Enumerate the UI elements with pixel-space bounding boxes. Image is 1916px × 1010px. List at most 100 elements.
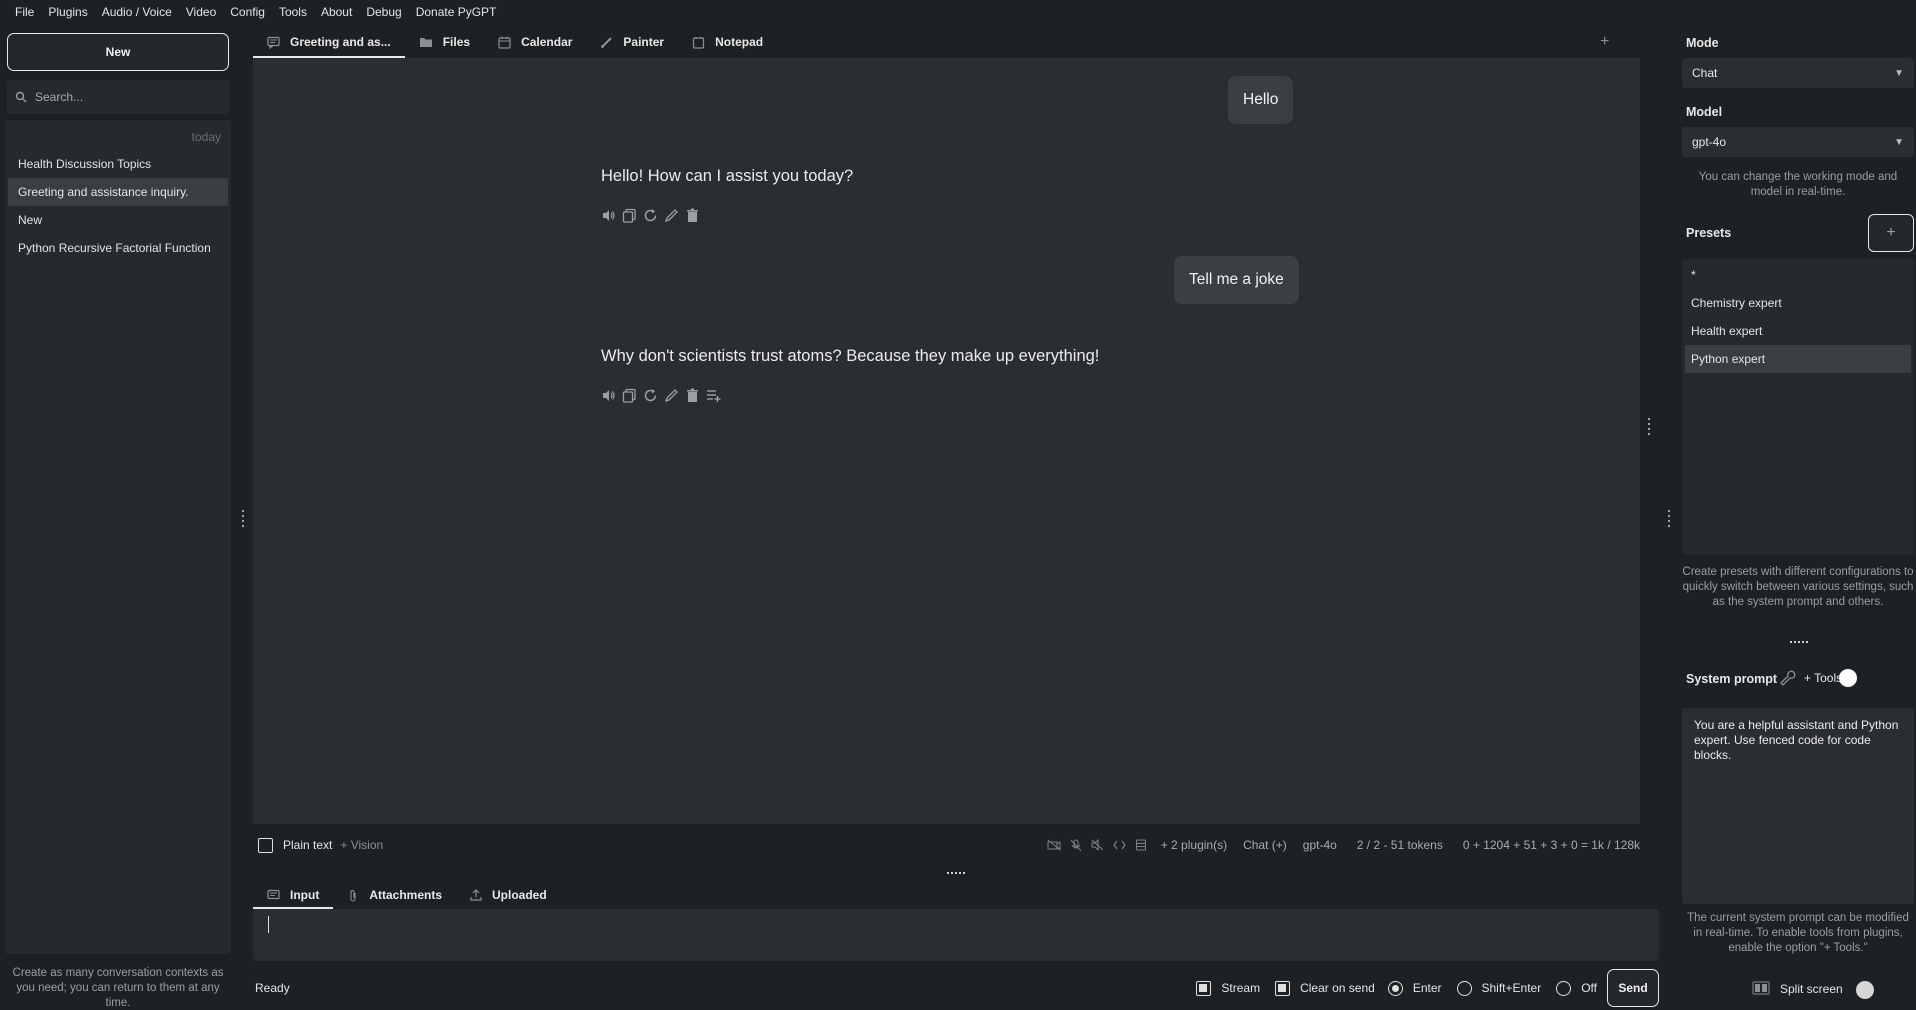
off-radio[interactable] xyxy=(1556,980,1572,996)
menu-about[interactable]: About xyxy=(314,0,359,24)
presets-splitter-handle[interactable] xyxy=(1790,640,1808,644)
chat-output: Hello Hello! How can I assist you today?… xyxy=(253,58,1640,824)
enter-radio[interactable] xyxy=(1387,980,1403,996)
group-label-today: today xyxy=(191,130,221,144)
copy-icon[interactable] xyxy=(622,388,637,406)
plain-text-label: Plain text xyxy=(283,838,333,852)
message-input[interactable] xyxy=(253,909,1659,961)
context-sidebar: New today Health Discussion Topics Greet… xyxy=(0,26,236,1010)
notepad-icon xyxy=(692,36,705,49)
speaker-icon[interactable] xyxy=(601,388,616,406)
add-preset-button[interactable]: + xyxy=(1868,214,1914,252)
prompt-help-text: The current system prompt can be modifie… xyxy=(1687,912,1909,954)
copy-icon[interactable] xyxy=(622,208,637,226)
add-tab-button[interactable]: + xyxy=(1600,33,1609,51)
system-prompt-editor[interactable]: You are a helpful assistant and Python e… xyxy=(1682,708,1914,904)
tab-painter[interactable]: Painter xyxy=(586,26,678,58)
preset-item[interactable]: Health expert xyxy=(1685,317,1911,345)
tab-uploaded[interactable]: Uploaded xyxy=(456,881,561,909)
context-item-selected[interactable]: Greeting and assistance inquiry. xyxy=(8,178,228,206)
delete-icon[interactable] xyxy=(685,208,700,226)
mode-help-text: You can change the working mode and mode… xyxy=(1698,171,1898,198)
assistant-message: Hello! How can I assist you today? xyxy=(601,167,854,185)
tab-label: Files xyxy=(442,35,471,49)
split-screen-label: Split screen xyxy=(1780,982,1843,996)
contexts-help-text: Create as many conversation contexts as … xyxy=(12,967,224,1009)
wrench-icon[interactable] xyxy=(1778,668,1796,689)
edit-icon[interactable] xyxy=(664,388,679,406)
plain-text-checkbox[interactable] xyxy=(258,837,273,853)
shift-enter-radio[interactable] xyxy=(1456,980,1472,996)
tab-calendar[interactable]: Calendar xyxy=(484,26,586,58)
context-item[interactable]: New xyxy=(8,206,228,234)
menu-video[interactable]: Video xyxy=(179,0,223,24)
menu-debug[interactable]: Debug xyxy=(359,0,408,24)
calendar-icon xyxy=(498,36,511,49)
tab-chat[interactable]: Greeting and as... xyxy=(253,26,405,58)
tab-label: Greeting and as... xyxy=(290,35,391,49)
context-item[interactable]: Python Recursive Factorial Function xyxy=(8,234,228,262)
menu-donate[interactable]: Donate PyGPT xyxy=(409,0,504,24)
message-input-area xyxy=(253,909,1659,961)
input-splitter-handle[interactable] xyxy=(947,871,965,875)
regenerate-icon[interactable] xyxy=(643,208,658,226)
stream-checkbox[interactable] xyxy=(1196,980,1212,996)
user-message: Hello xyxy=(1228,76,1294,124)
dropdown-arrow-icon: ▼ xyxy=(1894,136,1904,148)
tab-attachments[interactable]: Attachments xyxy=(333,881,456,909)
add-to-input-icon[interactable] xyxy=(706,388,721,406)
plugins-count: + 2 plugin(s) xyxy=(1160,838,1228,852)
tab-label: Input xyxy=(290,888,320,902)
right-splitter-handle[interactable] xyxy=(1647,418,1651,435)
context-item[interactable]: Health Discussion Topics xyxy=(8,150,228,178)
new-context-button[interactable]: New xyxy=(7,33,229,71)
bottom-bar: Ready Stream Clear on send Enter Shift+E… xyxy=(253,968,1659,1008)
speaker-icon[interactable] xyxy=(601,208,616,226)
code-icon[interactable] xyxy=(1112,839,1126,851)
tab-input[interactable]: Input xyxy=(253,881,334,909)
brush-icon xyxy=(600,36,613,49)
model-select[interactable]: gpt-4o ▼ xyxy=(1682,127,1914,157)
tab-notepad[interactable]: Notepad xyxy=(678,26,777,58)
tab-files[interactable]: Files xyxy=(405,26,484,58)
delete-icon[interactable] xyxy=(685,388,700,406)
message-tools xyxy=(601,208,700,226)
mic-off-icon[interactable] xyxy=(1070,839,1082,852)
status-icons xyxy=(1047,839,1147,852)
search-input[interactable] xyxy=(35,90,215,104)
send-button[interactable]: Send xyxy=(1607,969,1659,1007)
tab-label: Notepad xyxy=(715,35,764,49)
menu-config[interactable]: Config xyxy=(223,0,272,24)
tab-label: Uploaded xyxy=(492,888,547,902)
model-label: Model xyxy=(1686,105,1723,119)
menu-audio-voice[interactable]: Audio / Voice xyxy=(95,0,179,24)
clear-on-send-checkbox[interactable] xyxy=(1275,980,1291,996)
right-panel-splitter-handle[interactable] xyxy=(1667,510,1671,527)
mode-select[interactable]: Chat ▼ xyxy=(1682,58,1914,88)
menu-bar: File Plugins Audio / Voice Video Config … xyxy=(0,0,1916,24)
preset-item[interactable]: * xyxy=(1685,261,1911,289)
edit-icon[interactable] xyxy=(664,208,679,226)
left-splitter-handle[interactable] xyxy=(241,510,245,527)
speaker-off-icon[interactable] xyxy=(1091,839,1104,851)
preset-item-selected[interactable]: Python expert xyxy=(1685,345,1911,373)
menu-file[interactable]: File xyxy=(8,0,41,24)
database-icon[interactable] xyxy=(1135,839,1147,851)
vision-label: + Vision xyxy=(340,838,384,852)
preset-item[interactable]: Chemistry expert xyxy=(1685,289,1911,317)
camera-off-icon[interactable] xyxy=(1047,839,1061,851)
menu-tools[interactable]: Tools xyxy=(272,0,314,24)
presets-help-text: Create presets with different configurat… xyxy=(1682,566,1914,608)
regenerate-icon[interactable] xyxy=(643,388,658,406)
plus-icon: + xyxy=(1886,224,1896,241)
status-ready: Ready xyxy=(255,981,290,995)
context-search xyxy=(7,80,229,114)
input-icon xyxy=(267,889,280,902)
settings-panel: Mode Chat ▼ Model gpt-4o ▼ You can chang… xyxy=(1682,26,1916,1010)
menu-plugins[interactable]: Plugins xyxy=(41,0,94,24)
tab-label: Attachments xyxy=(369,888,443,902)
input-tab-bar: Input Attachments Uploaded xyxy=(253,879,1659,909)
user-message: Tell me a joke xyxy=(1174,256,1299,304)
text-caret xyxy=(268,916,269,933)
token-usage: 0 + 1204 + 51 + 3 + 0 = 1k / 128k xyxy=(1462,838,1640,852)
